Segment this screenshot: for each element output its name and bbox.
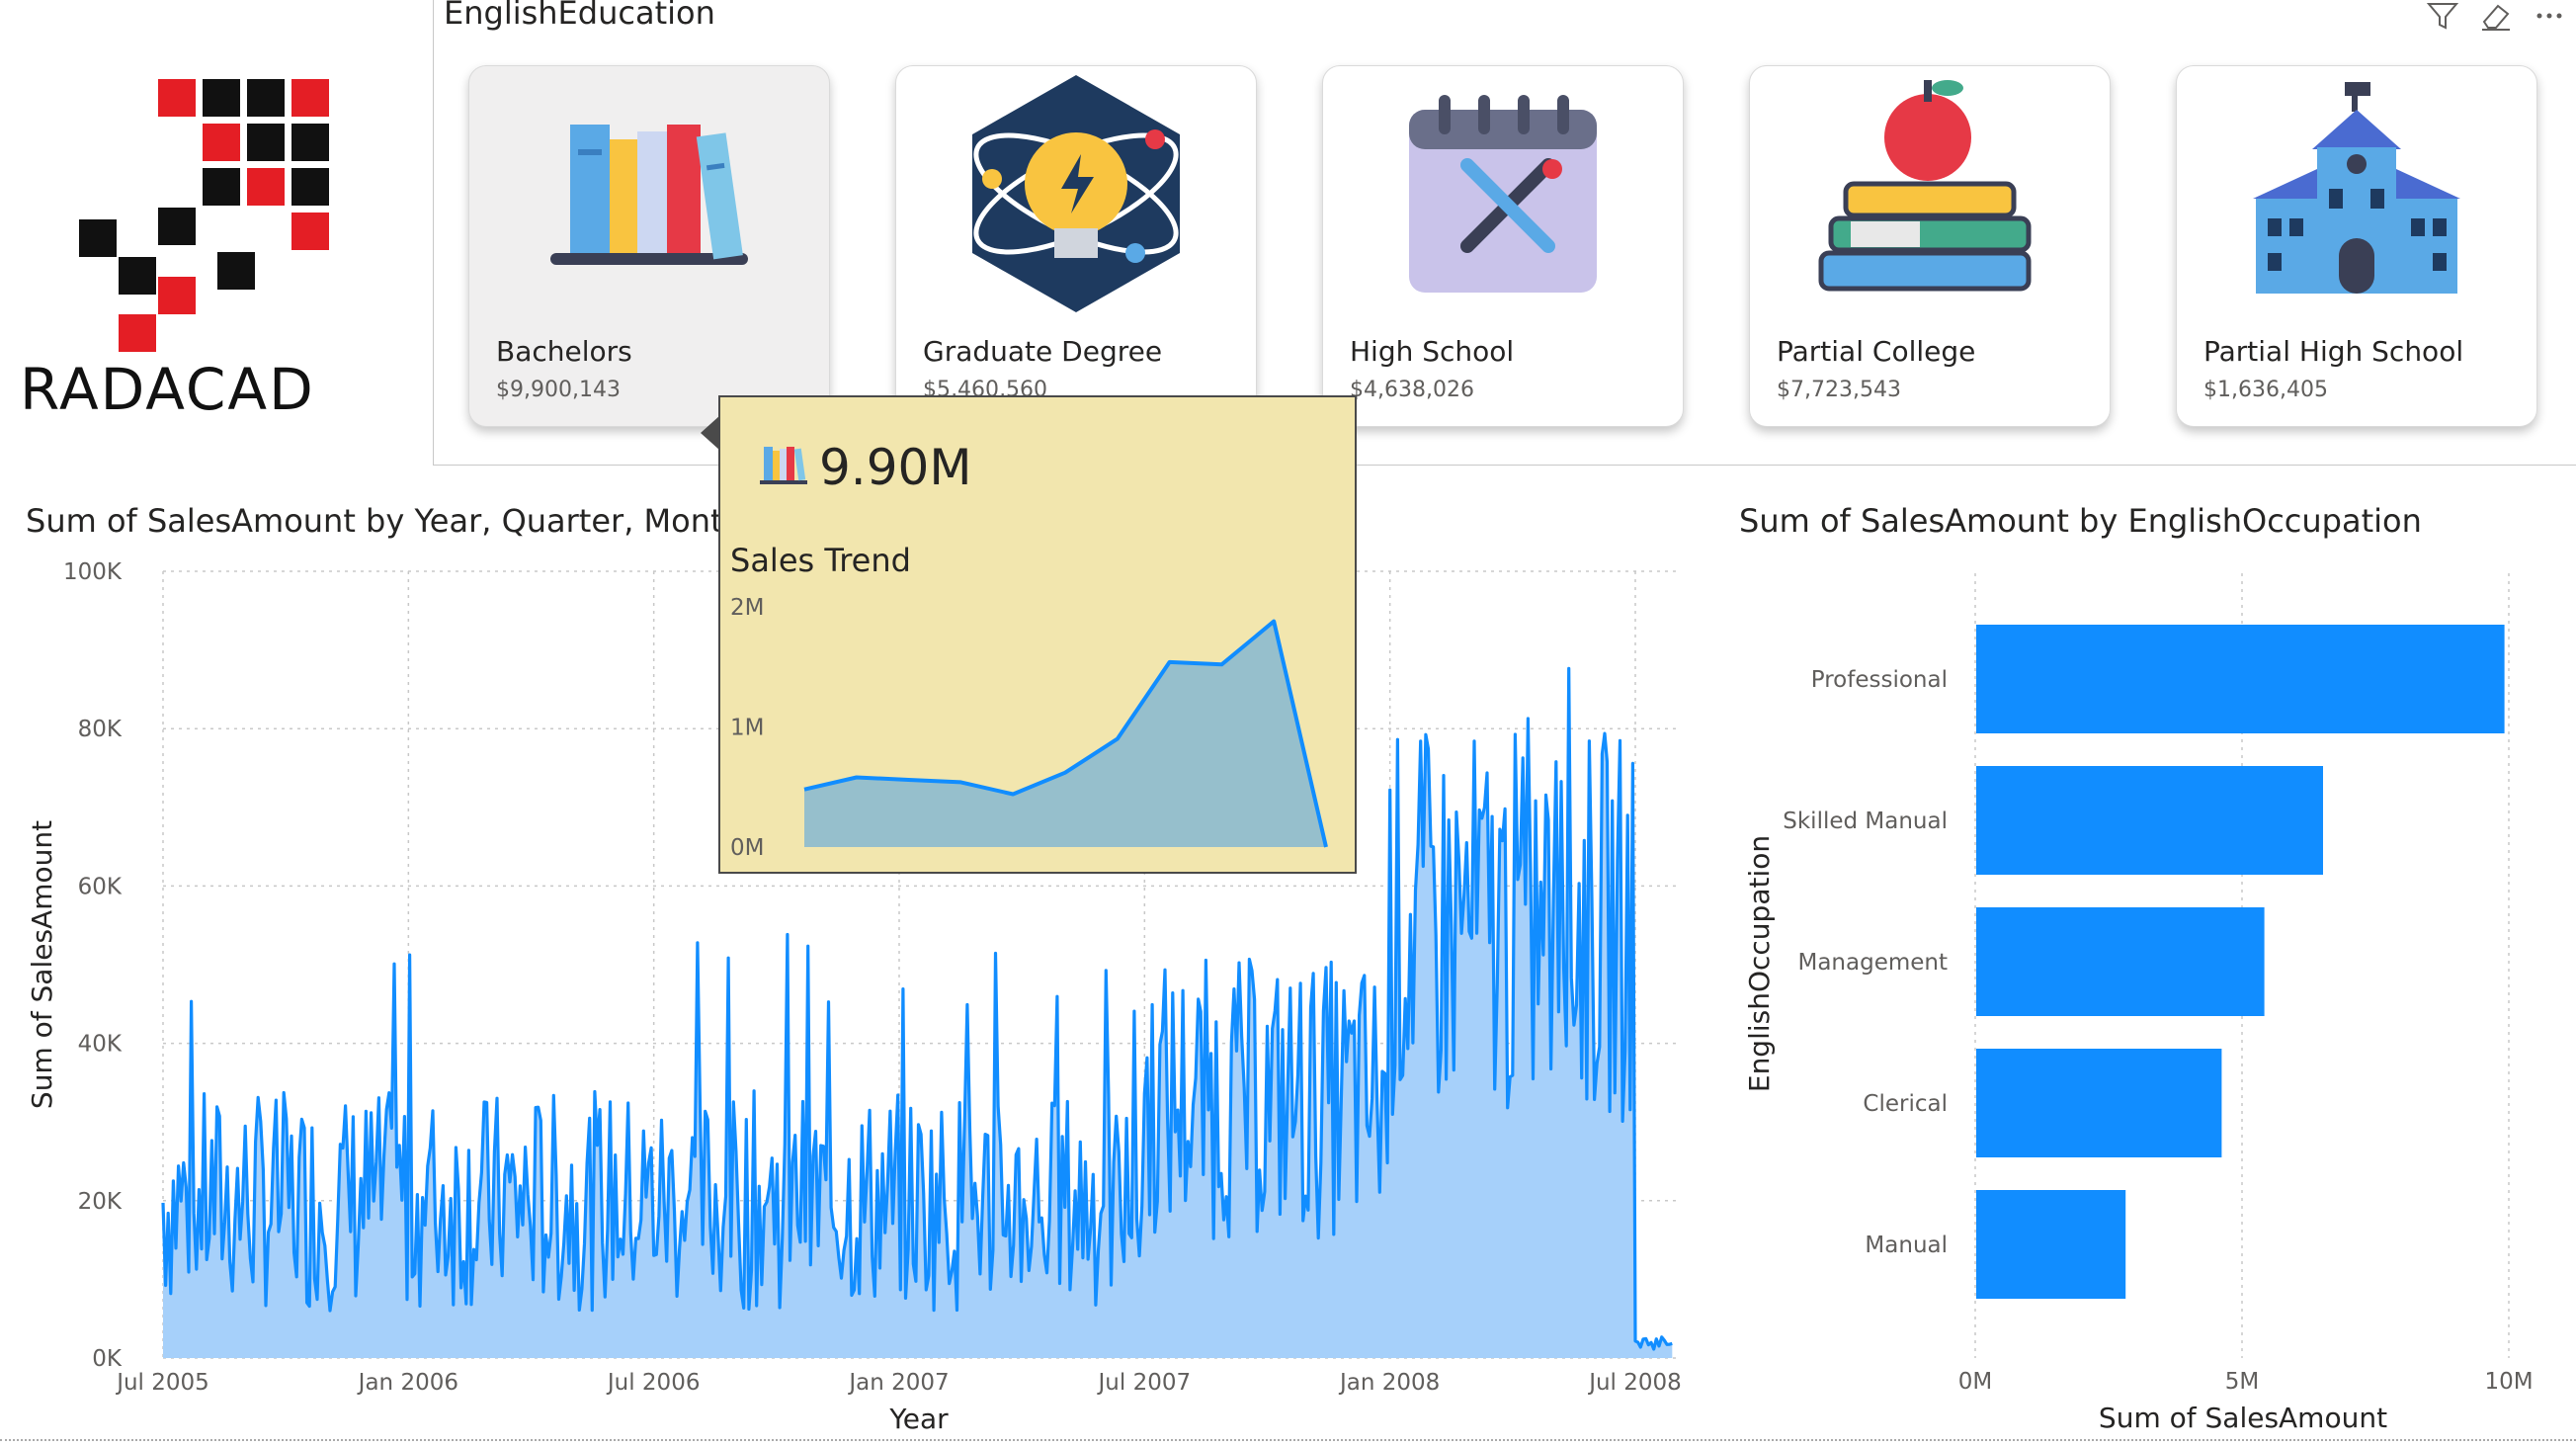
filter-icon[interactable] [2425,0,2460,34]
slicer-card-bachelors[interactable]: Bachelors $9,900,143 [468,65,830,427]
x-tick-label: 0M [1958,1369,1992,1395]
bar-chart-title: Sum of SalesAmount by EnglishOccupation [1739,502,2422,540]
books-icon [756,435,811,490]
category-label: Clerical [1863,1091,1948,1117]
x-tick-label: Jul 2007 [1097,1370,1192,1396]
x-tick-label: 5M [2225,1369,2259,1395]
card-label: High School [1350,335,1515,368]
y-tick-label: 20K [78,1189,123,1215]
slicer-card-partial-college[interactable]: Partial College $7,723,543 [1749,65,2111,427]
bar [1976,766,2323,875]
card-label: Partial College [1777,335,1976,368]
y-tick-label: 40K [78,1032,123,1058]
slicer-title: EnglishEducation [444,0,715,32]
slicer-card-partial-high-school[interactable]: Partial High School $1,636,405 [2176,65,2537,427]
tooltip-value: 9.90M [819,439,972,496]
slicer-card-graduate-degree[interactable]: Graduate Degree $5,460,560 [895,65,1257,427]
x-tick-label: Jan 2008 [1338,1370,1440,1396]
y-tick-label: 0K [92,1346,123,1372]
radacad-logo-mark [79,79,329,352]
books-icon [521,70,778,327]
school-building-icon [2228,70,2485,327]
tooltip-pointer [701,415,720,451]
y-tick-label: 100K [63,559,123,585]
card-value: $1,636,405 [2203,378,2328,402]
slicer-card-high-school[interactable]: High School $4,638,026 [1322,65,1684,427]
logo-text: RADACAD [20,356,315,423]
slicer-header-icons [2425,0,2567,34]
occupation-bar-chart[interactable]: 0M 5M 10M Professional Skilled Manual Managem… [1719,553,2569,1443]
more-options-icon[interactable] [2532,0,2567,34]
y-axis-title: EnglishOccupation [1743,835,1776,1092]
bar [1976,1049,2222,1157]
x-tick-label: Jan 2007 [847,1370,949,1396]
card-label: Bachelors [496,335,632,368]
y-tick-label: 1M [730,716,764,741]
bar [1976,625,2505,733]
category-label: Skilled Manual [1783,809,1948,834]
tooltip-area [804,621,1326,847]
category-label: Manual [1865,1233,1948,1258]
x-tick-label: Jan 2006 [357,1370,458,1396]
tooltip-sales-trend-chart: 2M 1M 0M [730,595,1328,861]
bar [1976,1190,2126,1299]
radacad-logo: RADACAD [20,69,395,425]
bar [1976,907,2265,1016]
x-tick-label: 10M [2484,1369,2533,1395]
calendar-pencil-icon [1374,70,1631,327]
apple-books-icon [1801,70,2058,327]
tooltip-subtitle: Sales Trend [730,542,911,579]
card-value: $9,900,143 [496,378,621,402]
report-page-tooltip: 9.90M Sales Trend 2M 1M 0M [718,395,1357,874]
card-value: $4,638,026 [1350,378,1474,402]
y-axis-title: Sum of SalesAmount [26,820,58,1109]
x-tick-label: Jul 2008 [1587,1370,1682,1396]
x-axis-title: Year [888,1403,949,1435]
y-tick-label: 60K [78,874,123,899]
page-bottom-border [0,1439,2576,1441]
card-value: $7,723,543 [1777,378,1901,402]
eraser-icon[interactable] [2478,0,2514,34]
x-tick-label: Jul 2005 [115,1370,209,1396]
y-tick-label: 0M [730,835,764,861]
category-label: Professional [1811,667,1948,693]
x-axis-title: Sum of SalesAmount [2099,1402,2387,1434]
lightbulb-atom-icon [948,70,1205,327]
category-label: Management [1797,950,1948,976]
card-label: Graduate Degree [923,335,1163,368]
line-chart-title: Sum of SalesAmount by Year, Quarter, Mon… [26,502,773,540]
card-label: Partial High School [2203,335,2464,368]
y-tick-label: 80K [78,717,123,742]
x-tick-label: Jul 2006 [606,1370,701,1396]
y-tick-label: 2M [730,595,764,621]
